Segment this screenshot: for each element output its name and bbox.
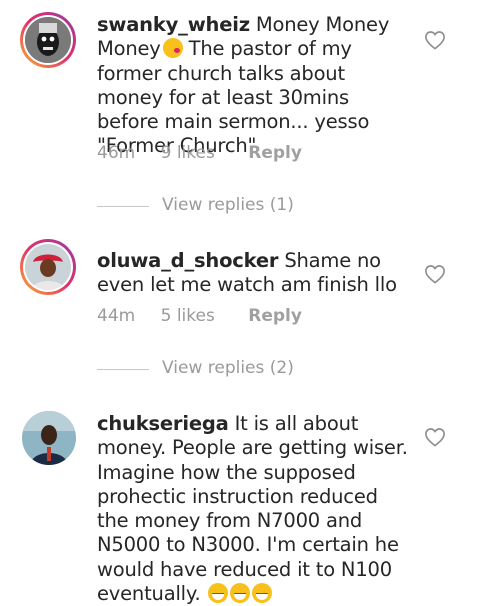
- kissing-face-emoji-icon: [162, 38, 183, 59]
- comment-time: 46m: [97, 143, 136, 163]
- person-avatar-icon: [25, 244, 71, 290]
- divider: [97, 369, 149, 370]
- heart-icon[interactable]: [424, 30, 446, 50]
- avatar[interactable]: [20, 12, 76, 68]
- laughing-face-emoji-icon: [252, 583, 273, 604]
- comment-body: It is all about money. People are gettin…: [97, 412, 408, 606]
- divider: [97, 206, 149, 207]
- avatar[interactable]: [20, 239, 76, 295]
- view-replies-button[interactable]: View replies (2): [97, 358, 297, 382]
- comment-username[interactable]: oluwa_d_shocker: [97, 249, 279, 272]
- comment-likes[interactable]: 9 likes: [161, 143, 215, 163]
- view-replies-button[interactable]: View replies (1): [97, 195, 297, 219]
- comment-likes[interactable]: 5 likes: [161, 306, 215, 326]
- reply-button[interactable]: Reply: [248, 143, 302, 163]
- comment-text: chukseriega It is all about money. Peopl…: [97, 412, 415, 606]
- comment-text: oluwa_d_shocker Shame no even let me wat…: [97, 249, 415, 298]
- comment-meta: 46m 9 likes Reply: [97, 143, 302, 163]
- mask-avatar-icon: [25, 17, 71, 63]
- view-replies-label: View replies (2): [162, 358, 294, 378]
- person-avatar-icon: [22, 411, 76, 465]
- avatar[interactable]: [22, 411, 76, 465]
- view-replies-label: View replies (1): [162, 195, 294, 215]
- laughing-face-emoji-icon: [208, 583, 229, 604]
- laughing-face-emoji-icon: [230, 583, 251, 604]
- heart-icon[interactable]: [424, 427, 446, 447]
- comment-username[interactable]: swanky_wheiz: [97, 13, 250, 36]
- comment-time: 44m: [97, 306, 136, 326]
- comment-meta: 44m 5 likes Reply: [97, 306, 302, 326]
- reply-button[interactable]: Reply: [248, 306, 302, 326]
- comment-text: swanky_wheiz Money Money Money The pasto…: [97, 13, 415, 159]
- comment-username[interactable]: chukseriega: [97, 412, 229, 435]
- heart-icon[interactable]: [424, 264, 446, 284]
